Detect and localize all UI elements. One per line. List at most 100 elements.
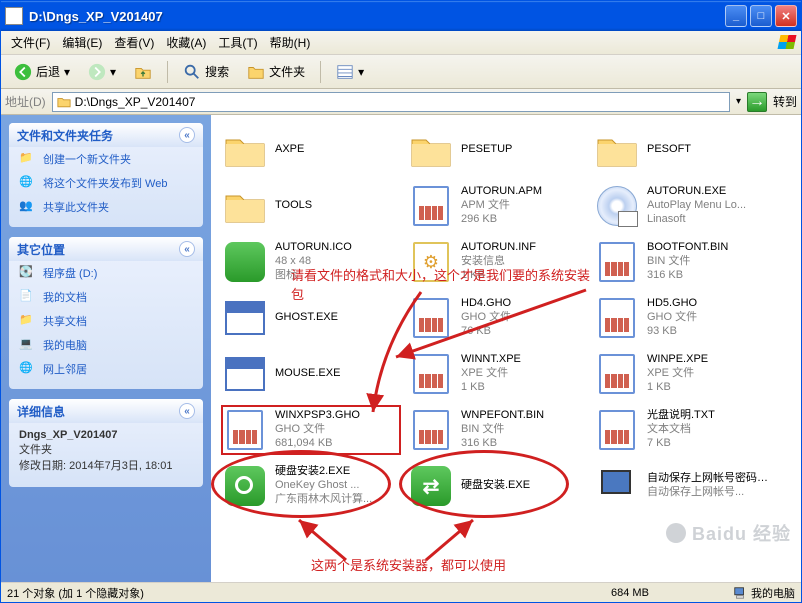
address-bar: 地址(D) D:\Dngs_XP_V201407 ▾ → 转到 [1,89,801,115]
folders-button[interactable]: 文件夹 [240,59,312,85]
detail-mod-value: 2014年7月3日, 18:01 [69,460,172,472]
file-tile[interactable]: AUTORUN.INF安装信息1 KB [407,237,587,287]
file-tile[interactable]: AUTORUN.EXEAutoPlay Menu Lo...Linasoft [593,181,773,231]
file-tile[interactable]: HD4.GHOGHO 文件76 KB [407,293,587,343]
windows-flag-icon [777,33,797,51]
other-place-item[interactable]: 💽程序盘 (D:) [9,261,203,285]
file-tile[interactable]: 光盘说明.TXT文本文档7 KB [593,405,773,455]
file-tile[interactable]: PESOFT [593,125,773,175]
task-item[interactable]: 👥共享此文件夹 [9,195,203,219]
file-tile[interactable]: HD5.GHOGHO 文件93 KB [593,293,773,343]
file-tile[interactable]: WINPE.XPEXPE 文件1 KB [593,349,773,399]
file-tile[interactable]: PESETUP [407,125,587,175]
back-arrow-icon [14,63,32,81]
other-place-item[interactable]: 📁共享文档 [9,309,203,333]
file-tile[interactable]: GHOST.EXE [221,293,401,343]
place-label: 网上邻居 [43,361,87,377]
other-place-item[interactable]: 🌐网上邻居 [9,357,203,381]
maximize-button[interactable]: □ [750,5,772,27]
panel-detail-title: 详细信息 [17,403,65,420]
green-arrows-icon [409,464,453,508]
menu-tools[interactable]: 工具(T) [212,32,263,53]
panel-other-title: 其它位置 [17,241,65,258]
content-pane[interactable]: AXPEPESETUP PESOFT TOOLSAUTORUN.APMAPM 文件2… [211,115,801,582]
file-name: WINNT.XPE [461,353,521,367]
panel-tasks-header[interactable]: 文件和文件夹任务 « [9,123,203,147]
forward-arrow-icon [88,63,106,81]
place-label: 共享文档 [43,313,87,329]
file-subtext: 76 KB [461,325,511,339]
file-tile[interactable]: AUTORUN.APMAPM 文件296 KB [407,181,587,231]
file-tile[interactable]: WINXPSP3.GHOGHO 文件681,094 KB [221,405,401,455]
file-tile[interactable]: BOOTFONT.BINBIN 文件316 KB [593,237,773,287]
folder-icon [57,95,71,109]
close-button[interactable]: ✕ [775,5,797,27]
file-subtext: 316 KB [647,269,728,283]
file-icon [595,240,639,284]
file-tile[interactable]: AUTORUN.ICO48 x 48图标 [221,237,401,287]
file-name: AUTORUN.ICO [275,241,352,255]
file-subtext: 自动保存上网帐号... [647,486,771,500]
dropdown-icon[interactable]: ▾ [736,96,741,107]
menu-favorites[interactable]: 收藏(A) [160,32,212,53]
task-item[interactable]: 🌐 将这个文件夹发布到 Web [9,171,203,195]
computer-icon [733,586,747,600]
file-tile[interactable]: AXPE [221,125,401,175]
task-label: 创建一个新文件夹 [43,151,131,167]
place-icon: 💻 [19,337,35,353]
file-subtext: 7 KB [647,437,715,451]
up-button[interactable] [127,59,159,85]
file-subtext: GHO 文件 [275,423,360,437]
file-name: PESOFT [647,143,691,157]
minimize-button[interactable]: _ [725,5,747,27]
file-subtext: 广东雨林木风计算... [275,493,372,507]
main-area: 文件和文件夹任务 « 📁 创建一个新文件夹 🌐 将这个文件夹发布到 Web 👥共享此文件… [1,115,801,582]
file-tile[interactable]: WINNT.XPEXPE 文件1 KB [407,349,587,399]
file-tile[interactable]: 硬盘安装2.EXEOneKey Ghost ...广东雨林木风计算... [221,461,401,511]
file-tile[interactable]: 硬盘安装.EXE [407,461,587,511]
address-input[interactable]: D:\Dngs_XP_V201407 [52,92,730,112]
search-label: 搜索 [205,63,229,80]
task-label: 将这个文件夹发布到 Web [43,175,167,191]
panel-detail-header[interactable]: 详细信息 « [9,399,203,423]
watermark: Baidu 经验 [666,520,791,546]
annotation-bottom: 这两个是系统安装器，都可以使用 [311,555,506,574]
menu-edit[interactable]: 编辑(E) [56,32,108,53]
file-subtext: 681,094 KB [275,437,360,451]
file-name: 硬盘安装.EXE [461,479,530,493]
paw-icon [666,523,686,543]
file-subtext: 93 KB [647,325,697,339]
task-item[interactable]: 📁 创建一个新文件夹 [9,147,203,171]
file-name: AUTORUN.EXE [647,185,746,199]
window-controls: _ □ ✕ [725,5,797,27]
go-button[interactable]: → [747,92,767,112]
file-subtext: BIN 文件 [461,423,544,437]
file-subtext: 316 KB [461,437,544,451]
menu-file[interactable]: 文件(F) [5,32,56,53]
file-tile[interactable]: TOOLS [221,181,401,231]
other-place-item[interactable]: 💻我的电脑 [9,333,203,357]
panel-other-header[interactable]: 其它位置 « [9,237,203,261]
search-button[interactable]: 搜索 [176,59,236,85]
chevron-up-icon: « [179,127,195,143]
task-icon: 📁 [19,151,35,167]
file-tile[interactable]: WNPEFONT.BINBIN 文件316 KB [407,405,587,455]
task-label: 共享此文件夹 [43,199,109,215]
task-icon: 🌐 [19,175,35,191]
back-button[interactable]: 后退 ▾ [7,59,77,85]
forward-button[interactable]: ▾ [81,59,123,85]
status-objects: 21 个对象 (加 1 个隐藏对象) [7,585,599,601]
file-tile[interactable]: 自动保存上网帐号密码到U盘.EXE自动保存上网帐号... [593,461,773,511]
file-name: BOOTFONT.BIN [647,241,728,255]
file-subtext: XPE 文件 [461,367,521,381]
file-tile[interactable]: MOUSE.EXE [221,349,401,399]
views-button[interactable]: ▾ [329,59,371,85]
detail-name: Dngs_XP_V201407 [19,429,117,441]
file-subtext: 文本文档 [647,423,715,437]
menubar: 文件(F) 编辑(E) 查看(V) 收藏(A) 工具(T) 帮助(H) [1,31,801,55]
go-label: 转到 [773,93,797,110]
file-subtext: APM 文件 [461,199,542,213]
menu-help[interactable]: 帮助(H) [264,32,317,53]
menu-view[interactable]: 查看(V) [108,32,160,53]
other-place-item[interactable]: 📄我的文档 [9,285,203,309]
